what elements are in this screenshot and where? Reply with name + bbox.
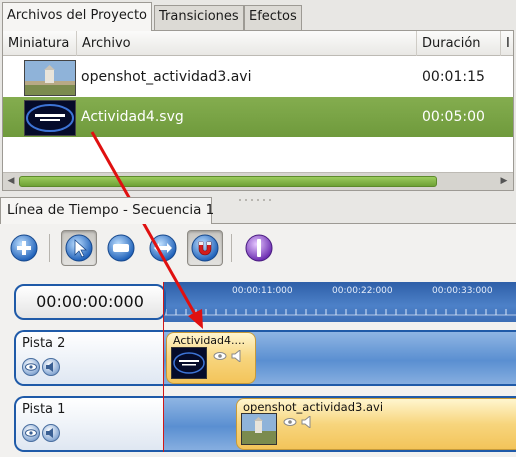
toolbar-separator — [49, 234, 50, 262]
table-row-selected[interactable]: Actividad4.svg 00:05:00 — [3, 97, 513, 137]
razor-tool-button[interactable] — [103, 230, 139, 266]
tab-transiciones[interactable]: Transiciones — [154, 5, 244, 31]
scroll-left-icon[interactable]: ◀ — [4, 174, 18, 188]
add-marker-button[interactable] — [241, 230, 277, 266]
project-notebook-tabs: Archivos del Proyecto Transiciones Efect… — [0, 0, 516, 31]
razor-icon — [107, 234, 135, 262]
playhead-line[interactable] — [163, 282, 164, 452]
visibility-eye-icon[interactable] — [22, 424, 40, 442]
clip-title: openshot_actividad3.avi — [243, 400, 384, 414]
timeline-ruler[interactable]: 00:00:11:000 00:00:22:000 00:00:33:000 — [164, 282, 516, 322]
column-i[interactable]: I — [501, 31, 513, 56]
add-track-icon — [10, 234, 38, 262]
timeline-clip[interactable]: openshot_actividad3.avi — [236, 398, 516, 450]
file-name: Actividad4.svg — [81, 109, 184, 125]
clip-audio-icon[interactable] — [301, 416, 315, 428]
track-pista-2[interactable]: Pista 2 Actividad4.... — [14, 330, 516, 386]
toolbar-separator — [231, 234, 232, 262]
select-tool-button[interactable] — [61, 230, 97, 266]
clip-visibility-icon[interactable] — [213, 350, 227, 362]
tab-archivos-del-proyecto[interactable]: Archivos del Proyecto — [2, 2, 153, 31]
ruler-label: 00:00:22:000 — [332, 286, 393, 296]
clip-thumbnail — [171, 347, 207, 379]
column-duracion[interactable]: Duración — [417, 31, 501, 56]
clip-visibility-icon[interactable] — [283, 416, 297, 428]
timecode-display: 00:00:00:000 — [14, 284, 166, 320]
tab-linea-de-tiempo[interactable]: Línea de Tiempo - Secuencia 1 — [0, 197, 214, 224]
openshot-window: Archivos del Proyecto Transiciones Efect… — [0, 0, 516, 457]
project-files-panel: Miniatura Archivo Duración I openshot_ac… — [2, 30, 514, 191]
tab-efectos[interactable]: Efectos — [244, 5, 302, 31]
resize-icon — [149, 234, 177, 262]
audio-speaker-icon[interactable] — [42, 424, 60, 442]
scroll-right-icon[interactable]: ▶ — [497, 174, 511, 188]
ruler-label: 00:00:33:000 — [432, 286, 493, 296]
file-name: openshot_actividad3.avi — [81, 69, 252, 85]
visibility-eye-icon[interactable] — [22, 358, 40, 376]
audio-speaker-icon[interactable] — [42, 358, 60, 376]
clip-audio-icon[interactable] — [231, 350, 245, 362]
file-duration: 00:05:00 — [422, 109, 485, 125]
track-pista-1[interactable]: Pista 1 openshot_actividad3.avi — [14, 396, 516, 452]
track-header: Pista 2 — [16, 332, 164, 384]
add-marker-icon — [245, 234, 273, 262]
track-name: Pista 2 — [22, 336, 66, 351]
column-miniatura[interactable]: Miniatura — [3, 31, 77, 56]
table-row[interactable]: openshot_actividad3.avi 00:01:15 — [3, 57, 513, 97]
timeline-clip[interactable]: Actividad4.... — [166, 332, 256, 384]
clip-title: Actividad4.... — [173, 334, 246, 347]
ruler-label: 00:00:11:000 — [232, 286, 293, 296]
scrollbar-thumb[interactable] — [19, 176, 437, 187]
column-archivo[interactable]: Archivo — [77, 31, 417, 56]
thumbnail-title-card — [24, 100, 76, 136]
thumbnail-landscape — [24, 60, 76, 96]
files-table-header: Miniatura Archivo Duración I — [3, 31, 513, 56]
clip-thumbnail — [241, 413, 277, 445]
snap-tool-button[interactable] — [187, 230, 223, 266]
snap-magnet-icon — [191, 234, 219, 262]
track-name: Pista 1 — [22, 402, 66, 417]
add-track-button[interactable] — [6, 230, 42, 266]
timeline-toolbar — [0, 226, 516, 270]
select-pointer-icon — [65, 234, 93, 262]
file-duration: 00:01:15 — [422, 69, 485, 85]
current-timecode: 00:00:00:000 — [36, 292, 144, 311]
track-header: Pista 1 — [16, 398, 164, 450]
horizontal-scrollbar[interactable]: ◀ ▶ — [3, 172, 513, 190]
resize-tool-button[interactable] — [145, 230, 181, 266]
